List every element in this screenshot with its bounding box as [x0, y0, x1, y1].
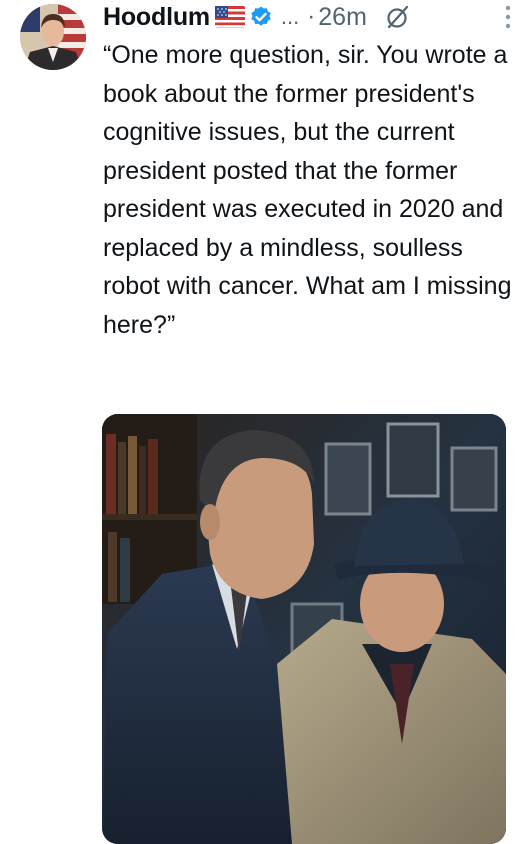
us-flag-icon — [214, 6, 245, 28]
author-name[interactable]: Hoodlum — [103, 3, 210, 32]
avatar[interactable] — [20, 4, 86, 70]
tweet-text: “One more question, sir. You wrote a boo… — [103, 41, 519, 339]
tweet-media-image[interactable] — [102, 414, 506, 844]
vertical-dots-icon[interactable] — [504, 4, 512, 30]
verified-badge-icon[interactable] — [249, 5, 273, 29]
separator-dot: · — [307, 3, 316, 30]
timestamp[interactable]: 26m — [318, 3, 367, 32]
tweet-header: Hoodlum ... · 26m — [103, 0, 510, 34]
tweet[interactable]: Hoodlum ... · 26m “One more question, si… — [0, 0, 526, 844]
slashed-circle-icon[interactable] — [385, 4, 411, 30]
handle-overflow: ... — [280, 4, 300, 29]
